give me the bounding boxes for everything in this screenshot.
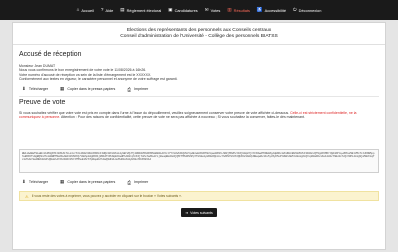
download-proof-button[interactable]: ⬇ Télécharger xyxy=(22,179,48,185)
accessibility-icon: ♿ xyxy=(256,6,263,12)
remaining-votes-alert: ⚠ Il vous reste des votes à exprimer, vo… xyxy=(19,191,379,201)
clipboard-icon: ▦ xyxy=(60,86,65,91)
candidates-icon: ▣ xyxy=(168,6,173,12)
receipt-actions: ⬇ Télécharger ▦ Copier dans le presse-papi… xyxy=(22,86,148,92)
nav-item-label: Déconnexion xyxy=(298,7,322,13)
election-subtitle: Conseil d'administration de l'Université… xyxy=(120,33,278,39)
proof-actions: ⬇ Télécharger ▦ Copier dans le presse-papi… xyxy=(22,179,148,185)
nav-item-resultats[interactable]: ▥ Résultats xyxy=(227,6,250,13)
download-icon: ⬇ xyxy=(22,86,26,91)
receipt-title: Accusé de réception xyxy=(19,51,82,58)
header-divider xyxy=(13,44,385,45)
print-proof-button[interactable]: ⎙ Imprimer xyxy=(127,179,148,185)
receipt-text: Monsieur Jean DUMAT Nous vous confirmons… xyxy=(19,64,379,82)
top-navigation-bar: ⌂ Accueil? Aide ▤ Règlement électoral ▣ Candid… xyxy=(0,0,398,20)
copy-receipt-button[interactable]: ▦ Copier dans le presse-papiers xyxy=(60,86,115,92)
download-icon: ⬇ xyxy=(22,179,26,184)
power-icon: ⏻ xyxy=(293,6,297,12)
arrow-right-icon: ➔ xyxy=(185,210,189,215)
document-icon: ▤ xyxy=(120,6,125,12)
section-divider xyxy=(19,96,379,97)
print-receipt-button[interactable]: ⎙ Imprimer xyxy=(127,86,148,92)
alert-text: Il vous reste des votes à exprimer, vous… xyxy=(31,194,182,198)
nav-item-label: Aide xyxy=(105,7,114,13)
printer-icon: ⎙ xyxy=(127,86,132,92)
nav-item-label: Accueil xyxy=(81,7,94,13)
vote-proof-hash[interactable]: WE1iAAWaT9iaBnn6uM3gN71tZZ1ZiTLLmlxr6tL2… xyxy=(19,149,379,173)
nav-item-label: Résultats xyxy=(233,7,250,13)
printer-icon: ⎙ xyxy=(127,179,132,185)
nav-item-accueil[interactable]: ⌂ Accueil xyxy=(76,6,94,13)
nav-item-aide[interactable]: ? Aide xyxy=(100,6,114,13)
nav-item-label: Candidatures xyxy=(174,7,198,13)
copy-proof-button[interactable]: ▦ Copier dans le presse-papiers xyxy=(60,179,115,185)
election-header: Elections des représentants des personne… xyxy=(13,23,385,44)
nav-item-accessibilite[interactable]: ♿ Accessibilité xyxy=(256,6,287,13)
next-votes-button[interactable]: ➔ Votes suivants xyxy=(181,208,217,217)
receipt-anonymity: Conformément aux textes en vigueur, le c… xyxy=(19,77,178,82)
nav-item-reglement[interactable]: ▤ Règlement électoral xyxy=(120,6,162,13)
help-icon: ? xyxy=(100,6,104,12)
home-icon: ⌂ xyxy=(76,6,80,12)
nav-item-deconnexion[interactable]: ⏻ Déconnexion xyxy=(293,6,322,13)
nav-item-label: Votes xyxy=(210,7,221,13)
nav-item-label: Règlement électoral xyxy=(126,7,162,13)
nav-item-label: Accessibilité xyxy=(264,7,287,13)
nav-item-candidatures[interactable]: ▣ Candidatures xyxy=(168,6,198,13)
download-receipt-button[interactable]: ⬇ Télécharger xyxy=(22,86,48,92)
nav-item-votes[interactable]: ✉ Votes xyxy=(204,6,221,13)
proof-title: Preuve de vote xyxy=(19,99,66,106)
clipboard-icon: ▦ xyxy=(60,179,65,184)
ballot-icon: ✉ xyxy=(204,6,209,12)
results-icon: ▥ xyxy=(227,6,232,12)
vote-receipt-page: Elections des représentants des personne… xyxy=(12,22,386,250)
warning-icon: ⚠ xyxy=(25,193,29,199)
proof-instructions: Si vous souhaitez vérifier que votre vot… xyxy=(19,111,357,120)
